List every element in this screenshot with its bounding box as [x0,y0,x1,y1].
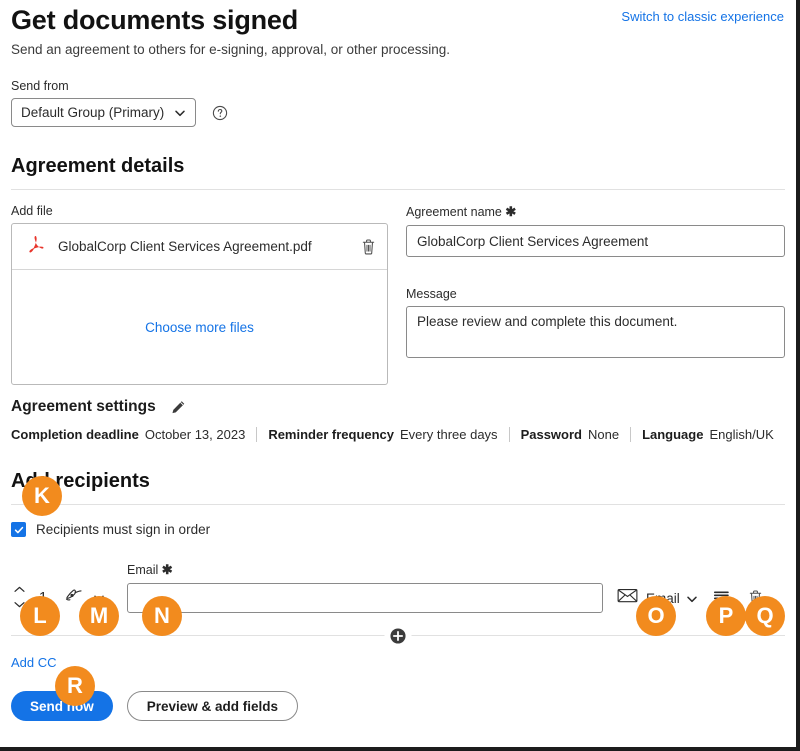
agreement-name-input[interactable] [406,225,785,257]
preview-add-fields-button[interactable]: Preview & add fields [127,691,298,721]
sign-in-order-checkbox[interactable] [11,522,26,537]
setting-value: October 13, 2023 [145,427,245,442]
divider [256,427,257,442]
envelope-icon [617,588,638,608]
app-window: Switch to classic experience Get documen… [0,0,800,751]
chevron-down-icon [93,591,105,603]
setting-key: Password [521,427,582,442]
recipient-role-selector[interactable] [63,581,105,613]
agreement-fields-column: Agreement name ✱ Message [406,204,785,385]
agreement-settings-header: Agreement settings [11,398,785,416]
recipient-delivery-method-selector[interactable]: Email [617,583,698,613]
section-divider [11,189,785,190]
file-dropzone[interactable]: GlobalCorp Client Services Agreement.pdf… [11,223,388,385]
message-block: Message [406,287,785,363]
divider [509,427,510,442]
recipient-order-control: 1 [11,581,49,613]
choose-more-files-link[interactable]: Choose more files [12,270,387,384]
page-content: Switch to classic experience Get documen… [0,4,796,751]
setting-key: Completion deadline [11,427,139,442]
trash-icon[interactable] [747,583,764,613]
agreement-settings-summary: Completion deadline October 13, 2023 Rem… [11,427,785,442]
agreement-name-label-text: Agreement name [406,205,502,219]
add-file-label: Add file [11,204,388,218]
pencil-icon[interactable] [170,399,187,416]
message-label: Message [406,287,785,301]
required-marker: ✱ [162,562,173,577]
divider [630,427,631,442]
send-from-block: Send from Default Group (Primary) [11,79,785,127]
agreement-name-label: Agreement name ✱ [406,204,785,220]
file-name: GlobalCorp Client Services Agreement.pdf [58,239,360,254]
recipient-row: 1 Email ✱ [11,562,785,613]
recipient-delivery-method-label: Email [646,591,680,606]
signature-pen-icon [63,585,84,609]
add-cc-link[interactable]: Add CC [11,655,57,670]
add-file-column: Add file GlobalCorp Client Services Agre… [11,204,388,385]
sign-in-order-label: Recipients must sign in order [36,522,210,537]
agreement-details-heading: Agreement details [11,155,785,178]
plus-circle-icon[interactable] [385,627,412,644]
chevron-down-icon [686,592,698,604]
add-private-message-icon[interactable] [713,583,732,613]
page-subtitle: Send an agreement to others for e-signin… [11,42,785,57]
setting-key: Reminder frequency [268,427,394,442]
pdf-icon [26,234,45,260]
file-list-item: GlobalCorp Client Services Agreement.pdf [12,224,387,270]
send-from-select[interactable]: Default Group (Primary) [11,98,196,127]
switch-to-classic-link[interactable]: Switch to classic experience [621,9,784,24]
action-button-row: Send now Preview & add fields [11,691,785,721]
recipient-order-number: 1 [37,589,49,606]
setting-value: None [588,427,619,442]
send-from-selected-value: Default Group (Primary) [21,105,164,120]
section-divider [11,504,785,505]
chevron-down-icon [13,600,26,609]
agreement-settings-title: Agreement settings [11,398,156,416]
setting-value: English/UK [709,427,773,442]
send-from-row: Default Group (Primary) [11,98,785,127]
message-textarea[interactable] [406,306,785,358]
question-circle-icon[interactable] [212,105,228,121]
sign-in-order-row: Recipients must sign in order [11,522,785,537]
recipient-order-arrows[interactable] [11,585,27,609]
send-from-label: Send from [11,79,785,93]
recipient-email-field: Email ✱ [127,562,603,613]
recipient-email-label-text: Email [127,563,158,577]
add-recipients-heading: Add recipients [11,470,785,493]
recipient-email-input[interactable] [127,583,603,613]
trash-icon[interactable] [360,238,377,256]
add-recipient-divider [11,635,785,636]
required-marker: ✱ [505,204,516,219]
chevron-up-icon [13,585,26,594]
setting-value: Every three days [400,427,498,442]
recipient-email-label: Email ✱ [127,562,603,578]
agreement-details-grid: Add file GlobalCorp Client Services Agre… [11,204,785,385]
chevron-down-icon [174,107,186,119]
setting-key: Language [642,427,703,442]
send-now-button[interactable]: Send now [11,691,113,721]
